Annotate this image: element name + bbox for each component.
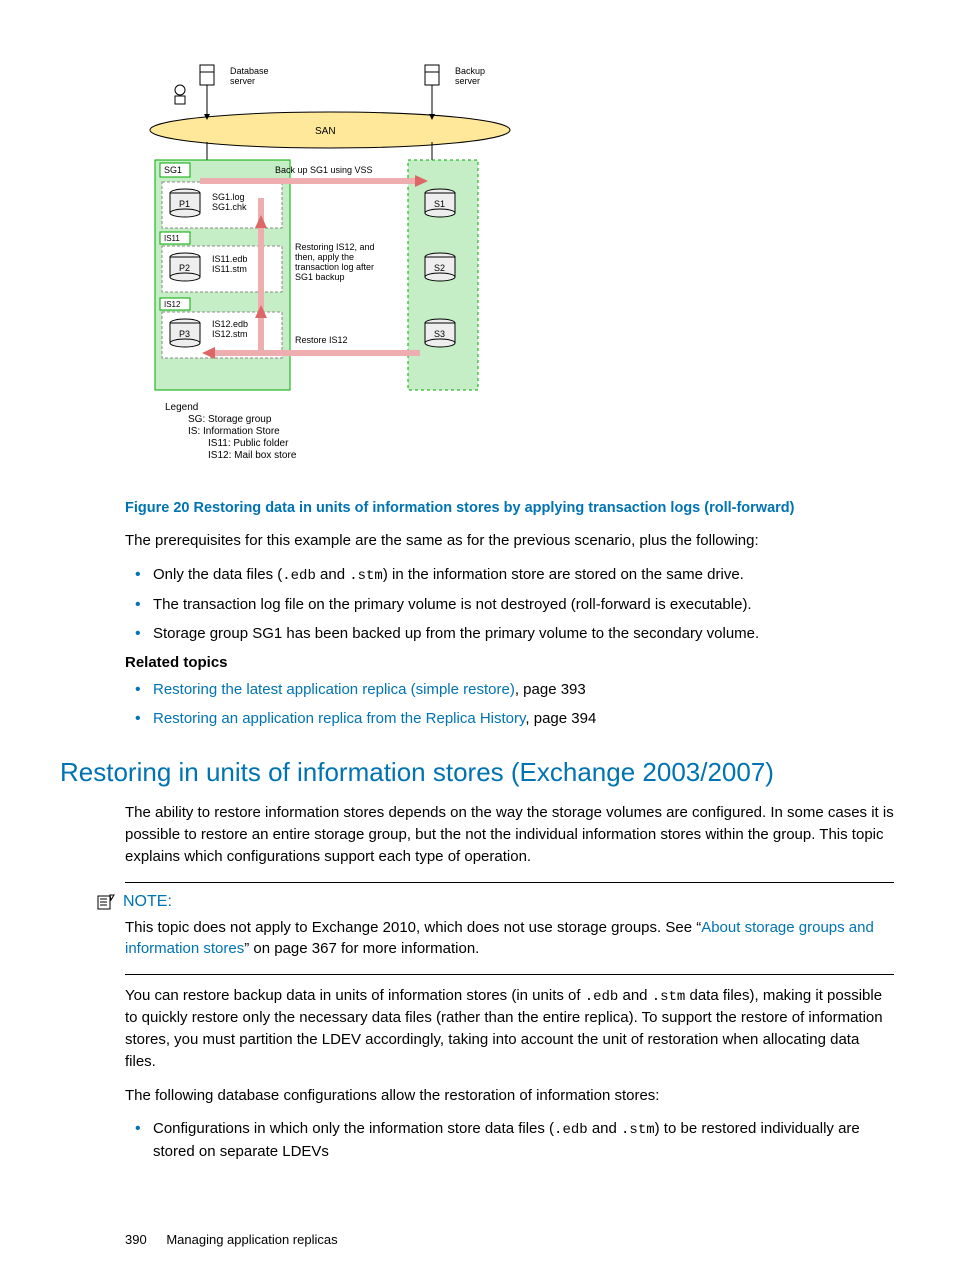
list-item: Configurations in which only the informa… — [125, 1118, 894, 1162]
svg-text:IS12: IS12 — [164, 300, 181, 309]
svg-text:IS: Information Store: IS: Information Store — [188, 426, 280, 437]
note-body: This topic does not apply to Exchange 20… — [125, 917, 894, 961]
svg-text:Back up SG1 using VSS: Back up SG1 using VSS — [275, 165, 373, 175]
svg-text:SG: Storage group: SG: Storage group — [188, 414, 272, 425]
text: and — [316, 566, 349, 583]
list-item: The transaction log file on the primary … — [125, 594, 894, 615]
text: You can restore backup data in units of … — [125, 987, 585, 1004]
figure-diagram: Database server Backup server SAN — [140, 60, 894, 480]
svg-text:IS11.edb: IS11.edb — [212, 254, 247, 264]
related-topics-heading: Related topics — [125, 654, 894, 671]
svg-text:S1: S1 — [434, 199, 445, 209]
page-ref: , page 393 — [515, 681, 586, 698]
svg-text:P1: P1 — [179, 199, 190, 209]
note-heading: NOTE: — [97, 893, 894, 911]
edb-ext: .edb — [585, 989, 619, 1005]
svg-text:server: server — [230, 76, 255, 86]
svg-text:then, apply the: then, apply the — [295, 252, 354, 262]
list-item: Restoring an application replica from th… — [125, 708, 894, 729]
note-label: NOTE: — [123, 893, 172, 911]
svg-text:IS11.stm: IS11.stm — [212, 264, 247, 274]
divider — [125, 974, 894, 975]
prereq-list: Only the data files (.edb and .stm) in t… — [125, 564, 894, 645]
svg-text:IS12.edb: IS12.edb — [212, 319, 248, 329]
note-icon — [97, 894, 115, 910]
text: and — [618, 987, 651, 1004]
stm-ext: .stm — [652, 989, 686, 1005]
text: Only the data files ( — [153, 566, 282, 583]
svg-text:SAN: SAN — [315, 126, 336, 137]
related-link-simple-restore[interactable]: Restoring the latest application replica… — [153, 681, 515, 698]
section-paragraph: You can restore backup data in units of … — [125, 985, 894, 1073]
stm-ext: .stm — [621, 1122, 655, 1138]
svg-text:IS11: Public folder: IS11: Public folder — [208, 438, 289, 449]
list-item: Only the data files (.edb and .stm) in t… — [125, 564, 894, 587]
text: ” on page 367 for more information. — [244, 940, 479, 957]
figure-caption: Figure 20 Restoring data in units of inf… — [125, 500, 894, 516]
svg-text:transaction log after: transaction log after — [295, 262, 374, 272]
svg-text:IS12: Mail box store: IS12: Mail box store — [208, 450, 297, 461]
section-paragraph: The following database configurations al… — [125, 1085, 894, 1107]
svg-text:SG1: SG1 — [164, 165, 182, 175]
related-link-replica-history[interactable]: Restoring an application replica from th… — [153, 710, 525, 727]
svg-text:P2: P2 — [179, 263, 190, 273]
config-list: Configurations in which only the informa… — [125, 1118, 894, 1162]
text: ) in the information store are stored on… — [383, 566, 744, 583]
section-paragraph: The ability to restore information store… — [125, 802, 894, 867]
page-ref: , page 394 — [525, 710, 596, 727]
svg-text:S3: S3 — [434, 329, 445, 339]
text: and — [588, 1120, 621, 1137]
related-topics-list: Restoring the latest application replica… — [125, 679, 894, 729]
footer-title: Managing application replicas — [166, 1232, 337, 1247]
svg-text:Restore IS12: Restore IS12 — [295, 335, 348, 345]
prereq-intro: The prerequisites for this example are t… — [125, 530, 894, 552]
page-footer: 390 Managing application replicas — [125, 1232, 894, 1247]
svg-text:server: server — [455, 76, 480, 86]
divider — [125, 882, 894, 883]
stm-ext: .stm — [349, 568, 383, 584]
svg-text:Database: Database — [230, 66, 269, 76]
svg-text:IS11: IS11 — [164, 234, 180, 243]
page-number: 390 — [125, 1232, 147, 1247]
text: This topic does not apply to Exchange 20… — [125, 919, 701, 936]
list-item: Restoring the latest application replica… — [125, 679, 894, 700]
svg-text:SG1.chk: SG1.chk — [212, 202, 247, 212]
svg-text:SG1.log: SG1.log — [212, 192, 245, 202]
svg-text:Legend: Legend — [165, 402, 198, 413]
svg-text:Backup: Backup — [455, 66, 485, 76]
svg-text:Restoring IS12, and: Restoring IS12, and — [295, 242, 375, 252]
svg-text:IS12.stm: IS12.stm — [212, 329, 248, 339]
edb-ext: .edb — [282, 568, 316, 584]
edb-ext: .edb — [554, 1122, 588, 1138]
list-item: Storage group SG1 has been backed up fro… — [125, 623, 894, 644]
svg-text:SG1 backup: SG1 backup — [295, 272, 345, 282]
svg-text:P3: P3 — [179, 329, 190, 339]
svg-text:S2: S2 — [434, 263, 445, 273]
text: Configurations in which only the informa… — [153, 1120, 554, 1137]
section-heading: Restoring in units of information stores… — [60, 757, 894, 788]
